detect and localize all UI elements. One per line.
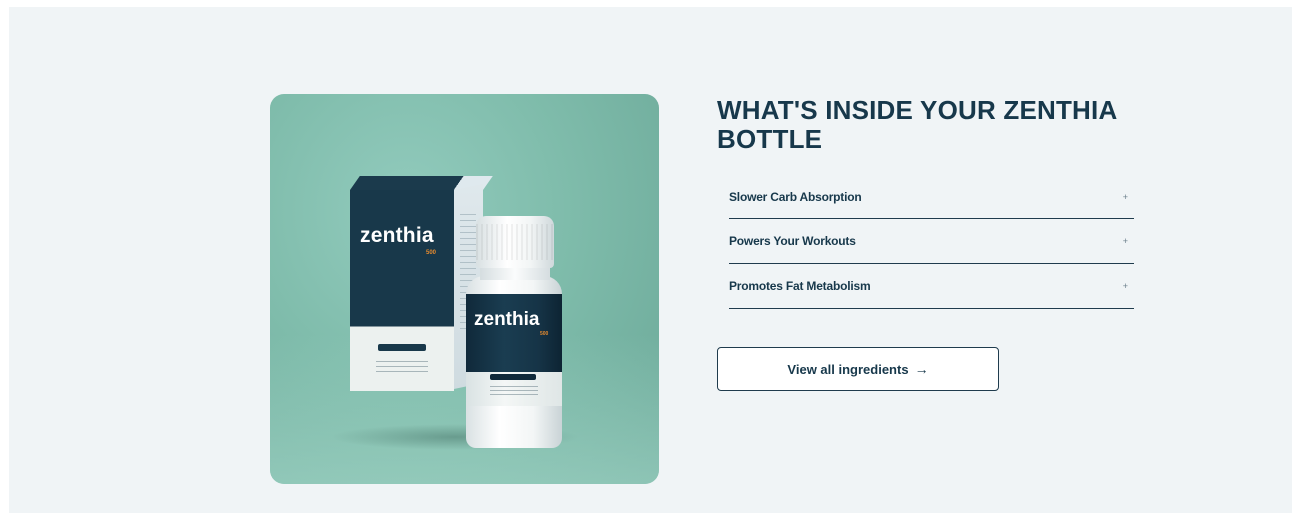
box-tag xyxy=(378,344,426,351)
accordion-item-label: Powers Your Workouts xyxy=(729,234,856,248)
view-all-ingredients-button[interactable]: View all ingredients → xyxy=(717,347,999,391)
accordion-item-carb-absorption[interactable]: Slower Carb Absorption + xyxy=(729,175,1134,219)
ingredients-accordion: Slower Carb Absorption + Powers Your Wor… xyxy=(729,175,1134,309)
product-image: zenthia 500 zenthia 500 xyxy=(270,94,659,484)
bottle-neck xyxy=(480,266,550,280)
bottle-tag xyxy=(490,374,536,380)
plus-icon[interactable]: + xyxy=(1123,281,1128,291)
bottle-dose-text: 500 xyxy=(540,331,549,337)
bottle-cap xyxy=(476,216,554,268)
plus-icon[interactable]: + xyxy=(1123,236,1128,246)
section-heading: WHAT'S INSIDE YOUR ZENTHIA BOTTLE xyxy=(717,95,1117,154)
bottle-fine-print xyxy=(490,386,538,398)
box-dose-text: 500 xyxy=(426,250,437,256)
plus-icon[interactable]: + xyxy=(1123,192,1128,202)
product-bottle: zenthia 500 xyxy=(466,216,562,451)
arrow-right-icon: → xyxy=(914,361,929,377)
box-brand-text: zenthia xyxy=(360,224,434,247)
accordion-item-label: Slower Carb Absorption xyxy=(729,189,862,204)
view-all-ingredients-label: View all ingredients xyxy=(787,361,909,377)
product-box: zenthia 500 xyxy=(350,176,493,391)
bottle-brand-text: zenthia xyxy=(474,309,540,330)
accordion-item-fat-metabolism[interactable]: Promotes Fat Metabolism + xyxy=(729,264,1134,309)
box-fine-print xyxy=(376,361,428,375)
accordion-item-workouts[interactable]: Powers Your Workouts + xyxy=(729,219,1134,264)
accordion-item-label: Promotes Fat Metabolism xyxy=(729,279,871,293)
